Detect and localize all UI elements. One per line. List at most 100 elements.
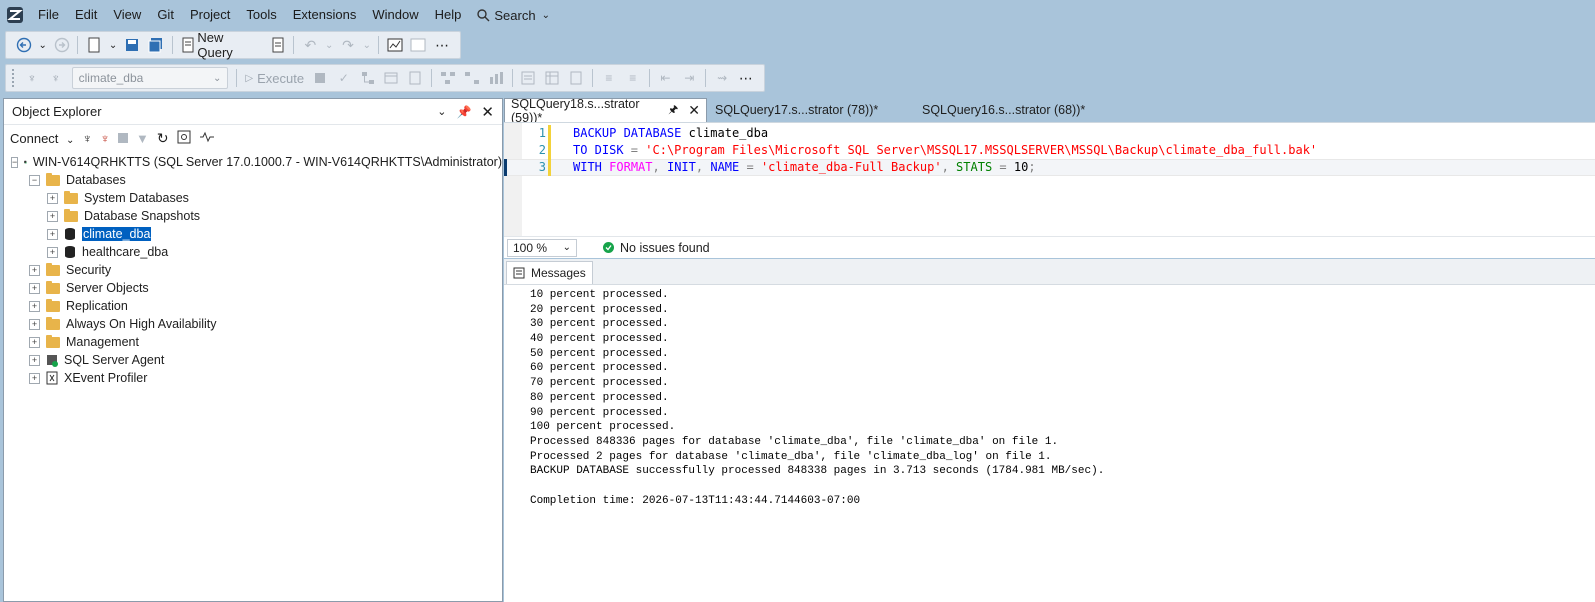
expand-icon[interactable]: + [47, 210, 58, 222]
chevron-down-icon[interactable]: ⌄ [437, 105, 446, 118]
collapse-icon[interactable]: − [29, 174, 40, 186]
save-icon[interactable] [121, 34, 143, 56]
forward-icon[interactable] [51, 34, 73, 56]
results-to-file-icon[interactable] [565, 67, 587, 89]
tree-node-server[interactable]: − WIN-V614QRHKTTS (SQL Server 17.0.1000.… [4, 153, 502, 171]
parse-icon[interactable]: ✓ [333, 67, 355, 89]
summary-icon[interactable] [177, 130, 191, 147]
stop-icon[interactable] [117, 131, 128, 146]
expand-icon[interactable]: + [29, 300, 40, 312]
redo-icon[interactable]: ↷ [337, 34, 359, 56]
pin-icon[interactable]: 🖈 [668, 101, 678, 120]
expand-icon[interactable]: + [29, 336, 40, 348]
expand-icon[interactable]: + [29, 372, 40, 384]
tree-node-databases[interactable]: − Databases [4, 171, 502, 189]
pin-icon[interactable]: 📌 [456, 105, 471, 119]
back-icon[interactable] [13, 34, 35, 56]
filter-icon[interactable]: ▼ [136, 131, 149, 146]
chevron-down-icon[interactable]: ⌄ [107, 34, 119, 56]
new-query-button[interactable]: New Query [177, 30, 266, 60]
tree-node-database-snapshots[interactable]: + Database Snapshots [4, 207, 502, 225]
expand-icon[interactable]: + [47, 246, 58, 258]
line-numbers: 1 2 3 [522, 125, 546, 176]
expand-icon[interactable]: + [29, 282, 40, 294]
tree-node-always-on[interactable]: + Always On High Availability [4, 315, 502, 333]
tree-node-climate-dba[interactable]: + climate_dba [4, 225, 502, 243]
tree-node-system-databases[interactable]: + System Databases [4, 189, 502, 207]
menu-file[interactable]: File [30, 0, 67, 30]
refresh-icon[interactable]: ↻ [157, 130, 169, 147]
new-file-icon[interactable] [83, 34, 105, 56]
chevron-down-icon[interactable]: ⌄ [323, 34, 335, 56]
results-to-text-icon[interactable] [518, 67, 540, 89]
undo-icon[interactable]: ↶ [299, 34, 321, 56]
search-menu[interactable]: Search ⌄ [469, 8, 558, 23]
menu-tools[interactable]: Tools [238, 0, 284, 30]
expand-icon[interactable]: + [47, 228, 58, 240]
messages-pane[interactable]: 10 percent processed. 20 percent process… [504, 284, 1595, 602]
issues-indicator[interactable]: No issues found [603, 241, 710, 255]
menu-extensions[interactable]: Extensions [285, 0, 365, 30]
chevron-down-icon[interactable]: ⌄ [361, 34, 373, 56]
uncomment-icon[interactable]: ≡ [622, 67, 644, 89]
close-icon[interactable]: ✕ [481, 103, 494, 121]
tree-node-sql-server-agent[interactable]: + SQL Server Agent [4, 351, 502, 369]
actual-plan-icon[interactable] [437, 67, 459, 89]
tree-node-server-objects[interactable]: + Server Objects [4, 279, 502, 297]
folder-icon [46, 334, 60, 348]
intellisense-icon[interactable] [404, 67, 426, 89]
tree-node-management[interactable]: + Management [4, 333, 502, 351]
stop-icon[interactable] [309, 67, 331, 89]
toolbar-separator [377, 36, 379, 54]
estimated-plan-icon[interactable] [357, 67, 379, 89]
live-stats-icon[interactable] [461, 67, 483, 89]
save-all-icon[interactable] [145, 34, 167, 56]
close-icon[interactable]: ✕ [688, 102, 700, 119]
increase-indent-icon[interactable]: ⇥ [678, 67, 700, 89]
results-to-grid-icon[interactable] [541, 67, 563, 89]
object-explorer-panel: Object Explorer ⌄ 📌 ✕ Connect ⌄ ♆ ♆ ▼ ↻ … [3, 98, 503, 602]
comment-icon[interactable]: ≡ [598, 67, 620, 89]
zoom-select[interactable]: 100 % ⌄ [507, 238, 577, 257]
menu-git[interactable]: Git [149, 0, 182, 30]
change-connection-icon[interactable]: ♆ [45, 67, 67, 89]
query-editor[interactable]: 1 2 3 BACKUP DATABASE climate_dba TO DIS… [504, 122, 1595, 237]
expand-icon[interactable]: + [29, 354, 40, 366]
tab-sqlquery17[interactable]: SQLQuery17.s...strator (78))* [707, 98, 914, 122]
window-icon[interactable] [407, 34, 429, 56]
tree-node-xevent-profiler[interactable]: + XEvent Profiler [4, 369, 502, 387]
menu-project[interactable]: Project [182, 0, 238, 30]
activity-monitor-icon[interactable] [384, 34, 406, 56]
more-options-icon[interactable]: ⋯ [431, 34, 453, 56]
connect-icon[interactable]: ♆ [82, 131, 92, 146]
menu-edit[interactable]: Edit [67, 0, 105, 30]
query-options-icon[interactable] [381, 67, 403, 89]
expand-icon[interactable]: + [29, 318, 40, 330]
tab-sqlquery16[interactable]: SQLQuery16.s...strator (68))* [914, 98, 1091, 122]
execute-button[interactable]: ▷ Execute [241, 67, 308, 89]
activity-monitor-icon[interactable] [199, 131, 215, 146]
expand-icon[interactable]: + [29, 264, 40, 276]
decrease-indent-icon[interactable]: ⇤ [655, 67, 677, 89]
menu-view[interactable]: View [105, 0, 149, 30]
tree-node-healthcare-dba[interactable]: + healthcare_dba [4, 243, 502, 261]
connect-button[interactable]: Connect ⌄ [10, 131, 74, 146]
more-options-icon[interactable]: ⋯ [735, 67, 757, 89]
tab-messages[interactable]: Messages [506, 261, 593, 284]
query-file-icon[interactable] [267, 34, 289, 56]
ssms-logo-icon[interactable] [0, 0, 30, 30]
expand-icon[interactable]: + [47, 192, 58, 204]
tab-sqlquery18[interactable]: SQLQuery18.s...strator (59))* 🖈 ✕ [504, 97, 707, 125]
collapse-icon[interactable]: − [11, 156, 19, 168]
tree-node-security[interactable]: + Security [4, 261, 502, 279]
toolbar-grip[interactable] [12, 69, 16, 87]
menu-help[interactable]: Help [427, 0, 470, 30]
connect-icon[interactable]: ♆ [21, 67, 43, 89]
specify-values-icon[interactable]: ⇝ [711, 67, 733, 89]
chevron-down-icon[interactable]: ⌄ [37, 34, 49, 56]
disconnect-icon[interactable]: ♆ [100, 131, 110, 146]
client-stats-icon[interactable] [485, 67, 507, 89]
tree-node-replication[interactable]: + Replication [4, 297, 502, 315]
menu-window[interactable]: Window [364, 0, 426, 30]
database-select[interactable]: climate_dba ⌄ [71, 67, 229, 89]
